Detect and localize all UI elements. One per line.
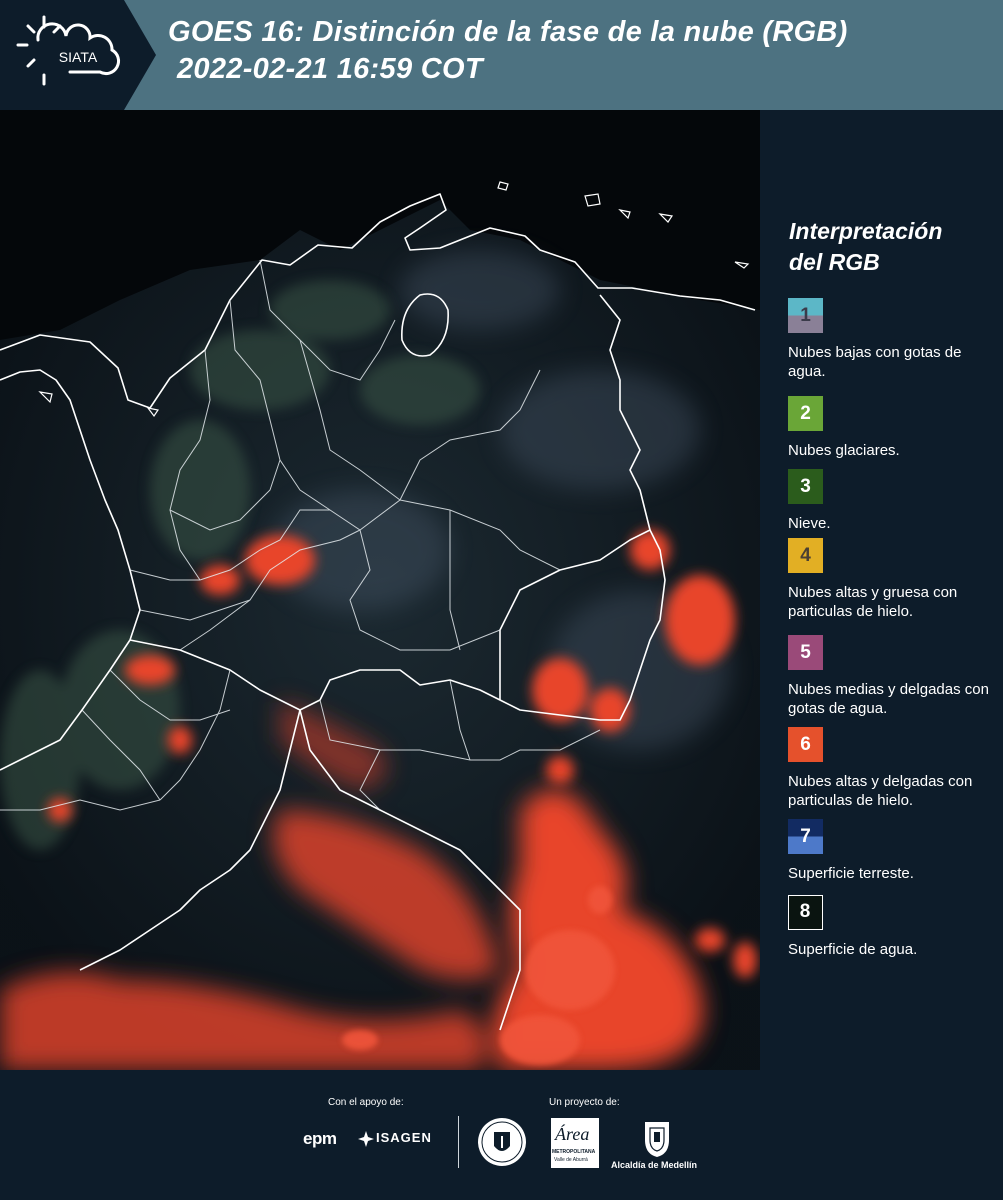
- siata-logo: SIATA: [0, 0, 156, 110]
- legend-swatch-6: 6: [788, 727, 823, 762]
- university-seal-icon: [478, 1118, 526, 1166]
- area-metro-sub: METROPOLITANA: [552, 1149, 596, 1155]
- legend-label-3: Nieve.: [788, 515, 831, 532]
- legend-number-6: 6: [800, 734, 811, 755]
- legend-title: Interpretación del RGB: [789, 216, 942, 278]
- legend-label-4: Nubes altas y gruesa con particulas de h…: [788, 584, 958, 620]
- project-label: Un proyecto de:: [549, 1097, 620, 1108]
- legend-number-4: 4: [800, 545, 811, 566]
- legend-title-line-1: Interpretación: [789, 218, 943, 244]
- legend-number-3: 3: [800, 476, 811, 497]
- legend-label-1: Nubes bajas con gotas de agua.: [788, 344, 962, 380]
- footer-divider: [458, 1116, 459, 1168]
- legend-swatch-4: 4: [788, 538, 823, 573]
- legend-label-8: Superficie de agua.: [788, 941, 918, 958]
- legend-label-5: Nubes medias y delgadas con gotas de agu…: [788, 681, 989, 717]
- legend-item-7: 7 Superficie terreste.: [788, 819, 1003, 883]
- legend-swatch-1: 1: [788, 298, 823, 333]
- legend-swatch-5: 5: [788, 635, 823, 670]
- title-line-2: 2022-02-21 16:59 COT: [177, 53, 483, 85]
- legend-swatch-7: 7: [788, 819, 823, 854]
- legend-item-1: 1 Nubes bajas con gotas de agua.: [788, 298, 1003, 381]
- legend-swatch-2: 2: [788, 396, 823, 431]
- legend-panel: Interpretación del RGB 1 Nubes bajas con…: [760, 110, 1003, 1070]
- legend-swatch-3: 3: [788, 469, 823, 504]
- legend-item-5: 5 Nubes medias y delgadas con gotas de a…: [788, 635, 1003, 718]
- epm-logo: epm: [303, 1129, 337, 1148]
- logo-text: SIATA: [59, 49, 98, 65]
- isagen-star-icon: [358, 1131, 374, 1147]
- area-metro-sub2: Valle de Aburrá: [554, 1157, 588, 1163]
- support-label: Con el apoyo de:: [328, 1097, 404, 1108]
- legend-item-3: 3 Nieve.: [788, 469, 1003, 533]
- legend-label-6: Nubes altas y delgadas con particulas de…: [788, 773, 973, 809]
- medellin-shield-icon: [645, 1122, 669, 1157]
- area-metropolitana-logo: Área METROPOLITANA Valle de Aburrá: [551, 1118, 599, 1168]
- satellite-rgb-map-icon: [0, 110, 760, 1070]
- title-line-1: GOES 16: Distinción de la fase de la nub…: [168, 16, 848, 48]
- header-bar: SIATA GOES 16: Distinción de la fase de …: [0, 0, 1003, 110]
- legend-number-7: 7: [800, 826, 811, 847]
- isagen-logo: ISAGEN: [376, 1130, 432, 1145]
- legend-number-5: 5: [800, 642, 811, 663]
- legend-number-2: 2: [800, 403, 811, 424]
- legend-label-2: Nubes glaciares.: [788, 442, 900, 459]
- satellite-map: [0, 110, 760, 1070]
- legend-label-7: Superficie terreste.: [788, 865, 914, 882]
- legend-item-6: 6 Nubes altas y delgadas con particulas …: [788, 727, 1003, 810]
- area-metro-text: Área: [555, 1124, 590, 1144]
- legend-title-line-2: del RGB: [789, 249, 880, 275]
- legend-swatch-8: 8: [788, 895, 823, 930]
- alcaldia-logo-text: Alcaldía de Medellín: [611, 1160, 698, 1170]
- legend-item-2: 2 Nubes glaciares.: [788, 396, 1003, 460]
- footer-sponsors: Con el apoyo de: Un proyecto de: epm ISA…: [0, 1070, 1003, 1200]
- legend-item-4: 4 Nubes altas y gruesa con particulas de…: [788, 538, 1003, 621]
- legend-item-8: 8 Superficie de agua.: [788, 895, 1003, 959]
- page-title: GOES 16: Distinción de la fase de la nub…: [168, 14, 848, 88]
- legend-number-8: 8: [799, 901, 811, 922]
- legend-number-1: 1: [800, 305, 811, 326]
